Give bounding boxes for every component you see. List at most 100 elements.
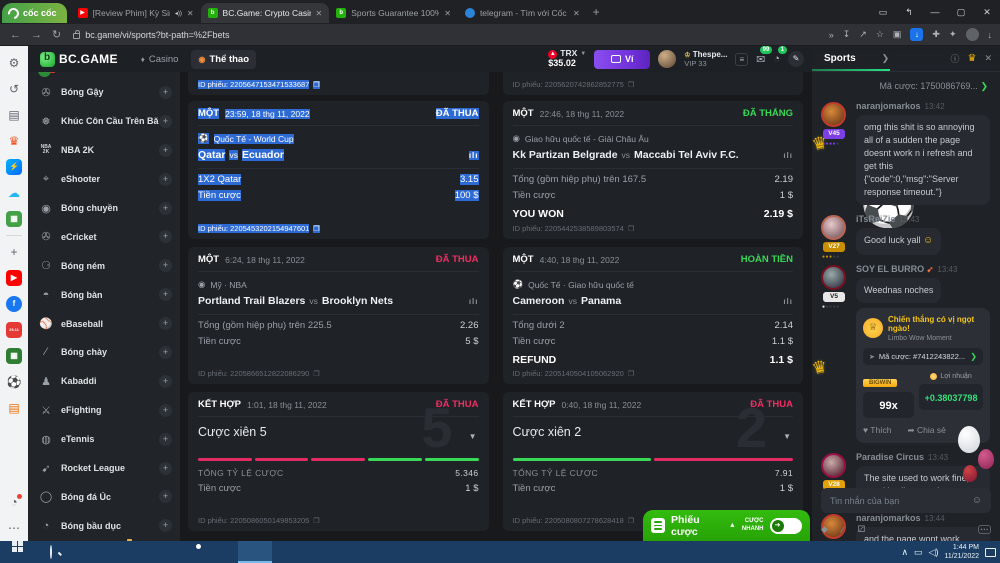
bet-card-partial[interactable]: ID phiếu: 2205620742862852775❐ [503, 72, 804, 95]
strip-more-icon[interactable]: ⋯ [6, 520, 22, 536]
coccoc-taskbar-icon[interactable] [238, 541, 272, 563]
copy-icon[interactable]: ❐ [313, 517, 319, 525]
copy-icon[interactable]: ❐ [628, 81, 634, 89]
youtube-shortcut-icon[interactable]: ▶ [6, 270, 22, 286]
expand-plus-icon[interactable]: + [159, 259, 172, 272]
strip-bell-icon[interactable]: ◔ [6, 494, 22, 510]
slash-command-icon[interactable]: ∕ [842, 525, 844, 535]
expand-plus-icon[interactable]: + [159, 317, 172, 330]
forward-icon[interactable]: → [31, 29, 42, 41]
win-share-card[interactable]: ♕ Chiến thắng có vị ngọt ngào! Limbo Wow… [856, 308, 990, 443]
sidebar-item-rocket-league[interactable]: ➹Rocket League+ [28, 454, 180, 483]
copy-icon[interactable]: ❐ [313, 81, 319, 89]
chat-username[interactable]: iTsReiZie13:43 [856, 214, 990, 224]
expand-plus-icon[interactable]: + [159, 288, 172, 301]
bet-card-portland-brooklyn[interactable]: MỘT 6:24, 18 thg 11, 2022 ĐÃ THUA ◉Mỹ · … [188, 247, 489, 384]
sidebar-item-volleyball[interactable]: ◉Bóng chuyền+ [28, 194, 180, 223]
copy-icon[interactable]: ❐ [313, 370, 319, 378]
chat-username[interactable]: naranjomarkos13:44 [856, 513, 990, 523]
copy-icon[interactable]: ❐ [628, 370, 634, 378]
tab-close-icon[interactable]: ✕ [444, 9, 451, 18]
mail-icon[interactable]: ✉99 [756, 53, 765, 66]
tab-youtube[interactable]: ▶ [Review Phim] Kỳ Sinh Tr... ◂)) ✕ [71, 3, 201, 23]
shield-icon[interactable]: ▣ [893, 29, 902, 40]
match-stats-icon[interactable]: ılı [469, 297, 479, 306]
emoji-picker-icon[interactable]: ☺ [972, 495, 982, 506]
tab-close-icon[interactable]: ✕ [573, 9, 580, 18]
download-badge-icon[interactable]: ↓ [910, 28, 923, 41]
sidebar-item-ice-hockey[interactable]: ❅Khúc Côn Cầu Trên Băng+ [28, 107, 180, 136]
volume-icon[interactable]: ◁) [929, 547, 939, 558]
tab-close-icon[interactable]: ✕ [316, 9, 323, 18]
like-button[interactable]: ♥ Thích [863, 425, 892, 436]
chevron-down-icon[interactable]: ▼ [469, 432, 477, 441]
minimize-button[interactable]: — [922, 7, 948, 17]
wallet-button[interactable]: Ví [594, 50, 650, 69]
sidebar-item-baseball[interactable]: ∕Bóng chày+ [28, 338, 180, 367]
expand-plus-icon[interactable]: + [159, 115, 172, 128]
sidebar-item-ecricket[interactable]: ✇eCricket+ [28, 222, 180, 251]
chevron-up-icon[interactable]: ▲ [729, 522, 736, 529]
user-avatar[interactable] [658, 50, 676, 68]
nav-casino[interactable]: ♦ Casino [134, 50, 186, 69]
dice-icon[interactable]: ⚂ [857, 524, 865, 535]
bet-card-cameroon-panama[interactable]: MỘT 4:40, 18 thg 11, 2022 HOÀN TIỀN ⚽Quố… [503, 247, 804, 384]
taskbar-clock[interactable]: 1:44 PM 11/21/2022 [944, 543, 979, 561]
copy-icon[interactable]: ❐ [628, 225, 634, 233]
sidebar-item-efighting[interactable]: ⚔eFighting+ [28, 396, 180, 425]
avatar[interactable] [821, 102, 846, 127]
coin-rain-icon[interactable]: ◆ [821, 524, 828, 535]
taskbar-search-icon[interactable] [34, 541, 68, 563]
avatar[interactable] [821, 453, 846, 478]
bell-icon[interactable]: ◔1 [773, 53, 780, 65]
add-shortcut-icon[interactable]: + [6, 244, 22, 260]
share-icon[interactable]: ↗ [859, 29, 867, 40]
chevron-down-icon[interactable]: ▼ [783, 432, 791, 441]
tab-audio-icon[interactable]: ◂)) [175, 10, 182, 17]
bookmark-star-icon[interactable]: ☆ [876, 29, 884, 40]
bet-card-partial[interactable]: ID phiếu: 2205647153471533687❐ [188, 72, 489, 95]
reload-icon[interactable]: ↻ [52, 28, 61, 41]
chevron-right-icon[interactable]: ❯ [882, 53, 890, 64]
expand-plus-icon[interactable]: + [159, 346, 172, 359]
sidebar-item-rugby[interactable]: ◔Bóng bầu dục+ [28, 511, 180, 540]
trophy-icon[interactable]: ♛ [967, 53, 976, 64]
info-icon[interactable]: ⓘ [950, 52, 959, 65]
downloads-icon[interactable]: ↓ [988, 30, 993, 40]
expand-plus-icon[interactable]: + [159, 490, 172, 503]
sidebar-item-table-tennis[interactable]: ◓Bóng bàn+ [28, 280, 180, 309]
sale-2911-icon[interactable]: 29.11 [6, 322, 22, 338]
start-button[interactable] [0, 541, 34, 563]
coccoc-menu-button[interactable]: cốc cốc [2, 3, 67, 23]
url-field[interactable]: bc.game/vi/sports?bt-path=%2Fbets [73, 30, 229, 40]
win-bet-code[interactable]: ➤ Mã cược: #7412243822... ❯ [863, 348, 983, 365]
hot-crown-icon[interactable]: ♛ [6, 133, 22, 149]
match-stats-icon[interactable]: ılı [783, 151, 793, 160]
sidebar-item-etennis[interactable]: ◍eTennis+ [28, 425, 180, 454]
maximize-button[interactable]: ▢ [948, 7, 974, 18]
chat-username[interactable]: SOY EL BURRO ➹13:43 [856, 264, 990, 274]
tab-telegram-search[interactable]: telegram - Tìm với Cốc Cốc ✕ [458, 3, 587, 23]
match-stats-icon[interactable]: ılı [469, 151, 479, 160]
expand-plus-icon[interactable]: + [159, 144, 172, 157]
avatar[interactable] [821, 215, 846, 240]
facebook-shortcut-icon[interactable]: f [6, 296, 22, 312]
pip-icon[interactable]: ▭ [870, 7, 896, 18]
avatar[interactable] [821, 265, 846, 290]
match-stats-icon[interactable]: ılı [783, 297, 793, 306]
messenger-icon[interactable]: ⚡ [6, 159, 22, 175]
close-chat-icon[interactable]: ✕ [984, 53, 992, 64]
expand-plus-icon[interactable]: + [159, 230, 172, 243]
newsfeed-icon[interactable]: ▤ [6, 107, 22, 123]
chat-room-tab[interactable]: Sports [824, 53, 856, 64]
expand-plus-icon[interactable]: + [159, 433, 172, 446]
copy-icon[interactable]: ❐ [313, 225, 319, 233]
copy-icon[interactable]: ❐ [628, 517, 634, 525]
lock-icon[interactable] [73, 33, 80, 39]
game-controller-icon[interactable]: ▦ [6, 211, 22, 227]
profile-share-icon[interactable]: ✦ [949, 29, 957, 40]
chat-username[interactable]: Paradise Circus13:43 [856, 452, 990, 462]
history-icon[interactable]: ↺ [6, 81, 22, 97]
notification-center-icon[interactable] [985, 548, 996, 557]
expand-plus-icon[interactable]: + [159, 375, 172, 388]
